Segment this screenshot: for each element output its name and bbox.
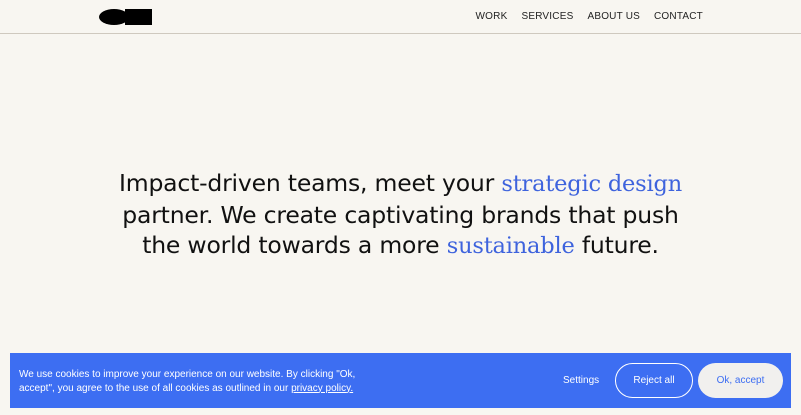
logo-rect-shape (125, 9, 152, 25)
page: WORK SERVICES ABOUT US CONTACT Impact-dr… (0, 0, 801, 415)
reject-all-button[interactable]: Reject all (615, 363, 693, 398)
cookie-message: We use cookies to improve your experienc… (19, 368, 389, 395)
site-header: WORK SERVICES ABOUT US CONTACT (0, 0, 801, 34)
nav-contact-link[interactable]: CONTACT (654, 11, 703, 23)
hero-accent-strategic-design: strategic design (501, 171, 682, 197)
hero-line-3-text: the world towards a more (142, 231, 447, 259)
page-bottom-strip (0, 408, 801, 415)
hero-line-3: the world towards a more sustainable fut… (0, 230, 801, 262)
nav-about-us-link[interactable]: ABOUT US (587, 11, 640, 23)
hero-accent-sustainable: sustainable (446, 233, 575, 259)
privacy-policy-link[interactable]: privacy policy. (291, 383, 353, 394)
hero-line-1: Impact-driven teams, meet your strategic… (0, 168, 801, 200)
hero-line-1-text: Impact-driven teams, meet your (119, 169, 502, 197)
main-nav: WORK SERVICES ABOUT US CONTACT (462, 11, 703, 23)
cookie-settings-button[interactable]: Settings (563, 375, 599, 386)
hero-line-2: partner. We create captivating brands th… (122, 200, 679, 229)
logo[interactable] (99, 9, 152, 25)
nav-services-link[interactable]: SERVICES (521, 11, 573, 23)
ok-accept-button[interactable]: Ok, accept (698, 363, 783, 398)
nav-work-link[interactable]: WORK (476, 11, 508, 23)
cookie-banner: We use cookies to improve your experienc… (10, 353, 791, 408)
hero-line-3-end: future. (574, 231, 659, 259)
hero-heading: Impact-driven teams, meet your strategic… (0, 168, 801, 262)
